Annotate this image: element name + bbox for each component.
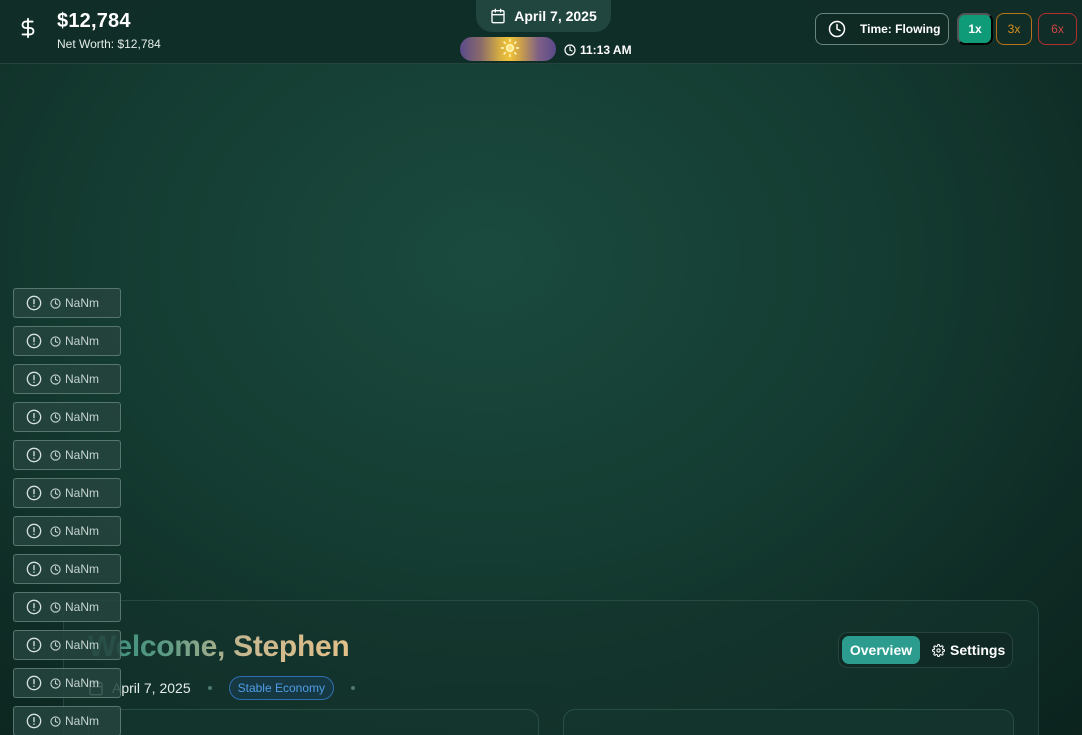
time-text: 11:13 AM <box>580 43 632 57</box>
clock-icon <box>50 563 61 575</box>
notification-time-text: NaNm <box>65 334 100 348</box>
clock-icon <box>50 297 61 309</box>
clock-icon <box>50 487 61 499</box>
notification-time-text: NaNm <box>65 296 100 310</box>
notification-item[interactable]: NaNm <box>13 630 121 660</box>
notification-time: NaNm <box>50 638 99 652</box>
current-time: 11:13 AM <box>564 43 632 57</box>
notification-time-text: NaNm <box>65 676 100 690</box>
notification-time: NaNm <box>50 448 99 462</box>
net-worth-label: Net Worth: $12,784 <box>57 37 161 51</box>
notification-time-text: NaNm <box>65 600 100 614</box>
clock-icon <box>50 677 61 689</box>
clock-icon <box>50 449 61 461</box>
alert-icon <box>26 371 42 387</box>
speed-1x-button[interactable]: 1x <box>957 13 993 45</box>
welcome-meta: April 7, 2025 Stable Economy <box>88 676 372 700</box>
alert-icon <box>26 675 42 691</box>
clock-icon <box>50 335 61 347</box>
clock-icon <box>50 601 61 613</box>
dashboard-card <box>563 709 1014 735</box>
clock-icon <box>50 373 61 385</box>
calendar-icon <box>491 8 505 24</box>
notification-time: NaNm <box>50 296 99 310</box>
speed-3x-button[interactable]: 3x <box>996 13 1032 45</box>
tab-settings[interactable]: Settings <box>926 642 1005 658</box>
notification-time-text: NaNm <box>65 524 100 538</box>
sun-icon <box>500 38 520 58</box>
alert-icon <box>26 447 42 463</box>
notification-item[interactable]: NaNm <box>13 288 121 318</box>
notification-time-text: NaNm <box>65 714 100 728</box>
notification-item[interactable]: NaNm <box>13 478 121 508</box>
notification-time: NaNm <box>50 714 99 728</box>
notification-item[interactable]: NaNm <box>13 592 121 622</box>
alert-icon <box>26 523 42 539</box>
clock-icon <box>50 411 61 423</box>
notification-time: NaNm <box>50 600 99 614</box>
notification-time: NaNm <box>50 486 99 500</box>
notification-time: NaNm <box>50 524 99 538</box>
notification-item[interactable]: NaNm <box>13 516 121 546</box>
notification-time-text: NaNm <box>65 562 100 576</box>
current-date: April 7, 2025 <box>514 8 597 24</box>
welcome-heading: Welcome, Stephen <box>88 630 350 663</box>
notification-time-text: NaNm <box>65 410 100 424</box>
notification-item[interactable]: NaNm <box>13 364 121 394</box>
notification-time-text: NaNm <box>65 372 100 386</box>
notification-time-text: NaNm <box>65 638 100 652</box>
alert-icon <box>26 561 42 577</box>
alert-icon <box>26 713 42 729</box>
clock-icon <box>50 715 61 727</box>
notification-item[interactable]: NaNm <box>13 402 121 432</box>
dashboard-card <box>88 709 539 735</box>
alert-icon <box>26 333 42 349</box>
alert-icon <box>26 637 42 653</box>
balance-amount: $12,784 <box>57 10 131 32</box>
gear-icon <box>932 643 945 657</box>
alert-icon <box>26 485 42 501</box>
notification-item[interactable]: NaNm <box>13 326 121 356</box>
welcome-date: April 7, 2025 <box>112 680 191 696</box>
separator-dot <box>351 686 355 690</box>
notification-item[interactable]: NaNm <box>13 554 121 584</box>
economy-status-badge: Stable Economy <box>228 676 334 700</box>
alert-icon <box>26 599 42 615</box>
notification-time: NaNm <box>50 334 99 348</box>
time-flow-button[interactable]: Time: Flowing <box>815 13 949 45</box>
notification-time: NaNm <box>50 562 99 576</box>
clock-icon <box>564 44 576 56</box>
notification-item[interactable]: NaNm <box>13 706 121 735</box>
notification-time: NaNm <box>50 676 99 690</box>
tab-overview[interactable]: Overview <box>842 636 920 664</box>
alert-icon <box>26 409 42 425</box>
alert-icon <box>26 295 42 311</box>
time-flow-label: Time: Flowing <box>860 22 941 36</box>
notification-time-text: NaNm <box>65 448 100 462</box>
separator-dot <box>207 686 212 690</box>
notification-time: NaNm <box>50 372 99 386</box>
clock-icon <box>50 639 61 651</box>
clock-icon <box>50 525 61 537</box>
speed-6x-button[interactable]: 6x <box>1038 13 1077 45</box>
dollar-icon <box>21 17 35 39</box>
notification-time-text: NaNm <box>65 486 100 500</box>
tab-settings-label: Settings <box>950 642 1006 658</box>
notification-item[interactable]: NaNm <box>13 440 121 470</box>
view-tabs: Overview Settings <box>838 632 1013 668</box>
clock-icon <box>828 20 846 38</box>
notification-time: NaNm <box>50 410 99 424</box>
date-display: April 7, 2025 <box>476 0 611 32</box>
top-bar: $12,784 Net Worth: $12,784 April 7, 2025… <box>0 0 1082 64</box>
notification-item[interactable]: NaNm <box>13 668 121 698</box>
